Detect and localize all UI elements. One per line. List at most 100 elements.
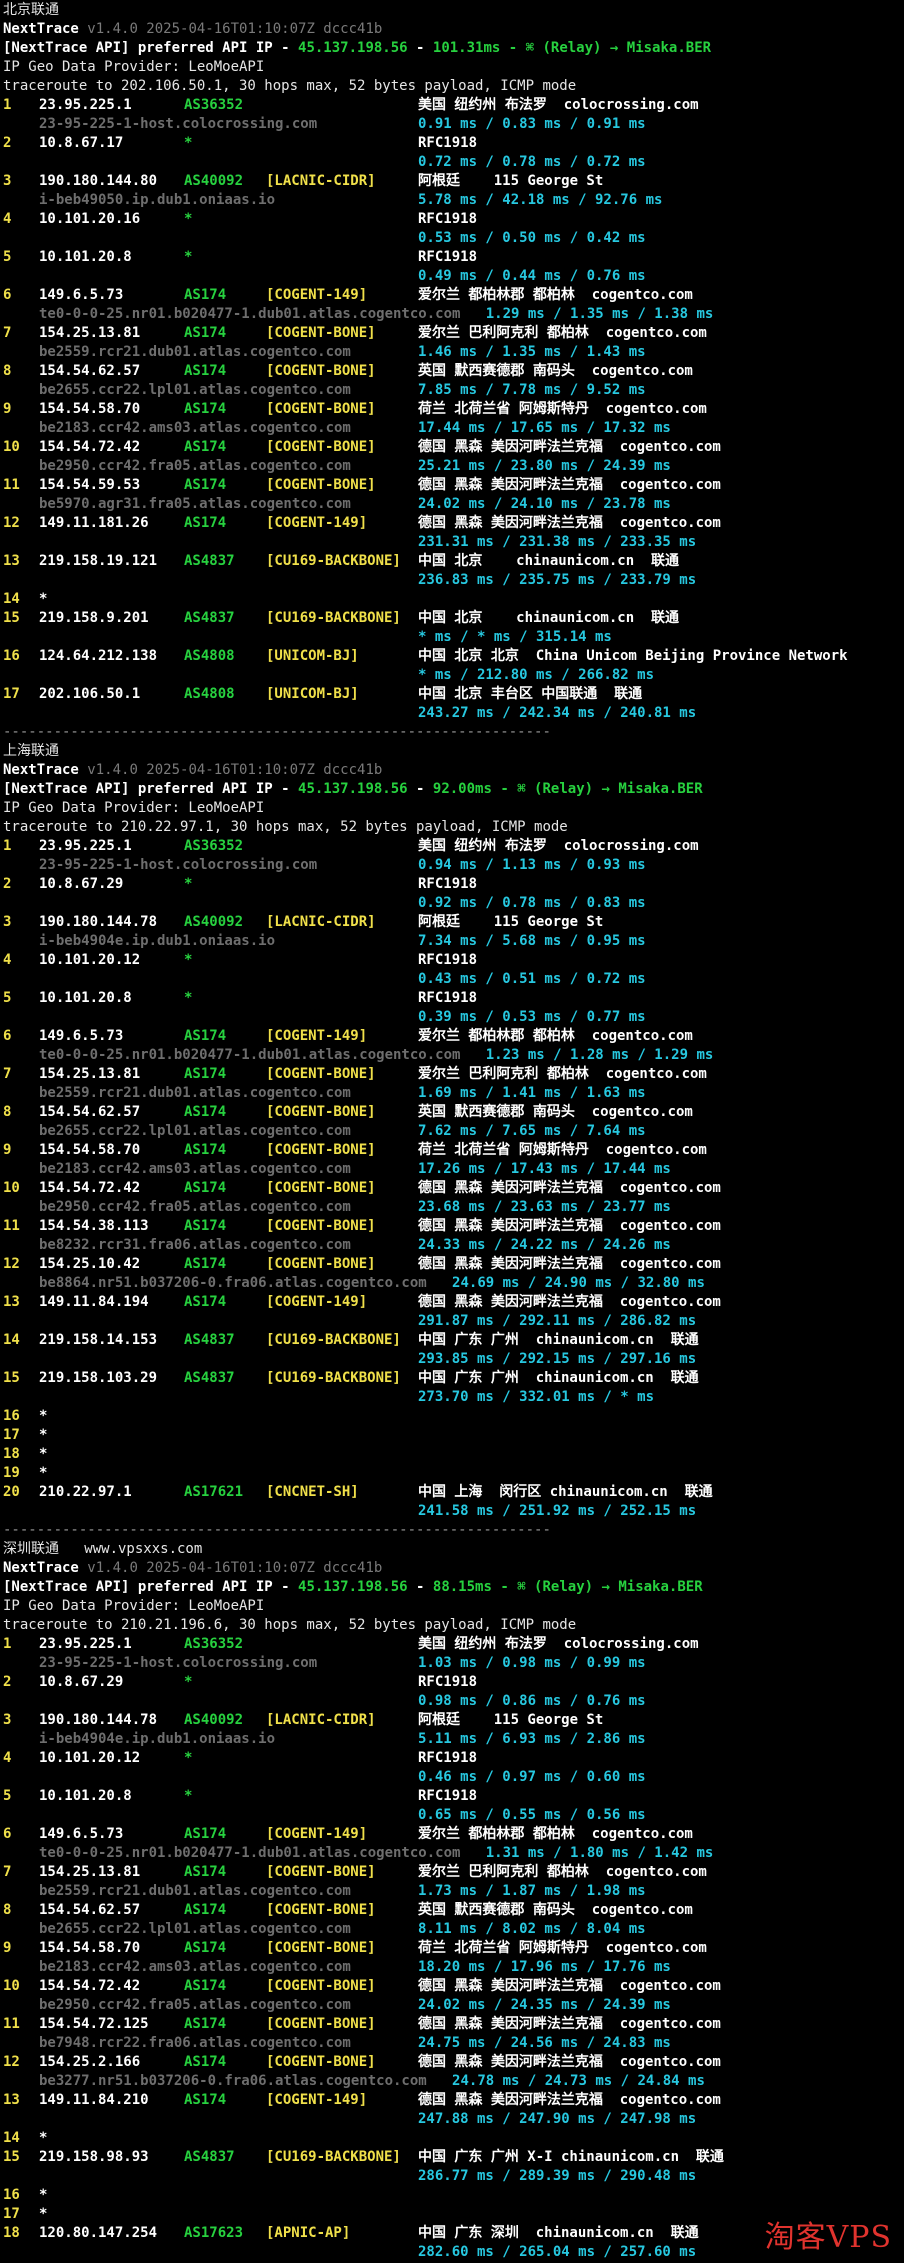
hop-number: 15 xyxy=(3,2149,20,2165)
hop-number: 6 xyxy=(3,287,12,303)
hop-number: 11 xyxy=(3,1218,20,1234)
hop-tag: [COGENT-BONE] xyxy=(266,1940,376,1956)
hop-number: 12 xyxy=(3,2054,20,2070)
hop-rtt: 0.53 ms / 0.50 ms / 0.42 ms xyxy=(418,230,646,246)
hop-geo: RFC1918 xyxy=(418,249,478,265)
hop-number: 11 xyxy=(3,477,20,493)
hop-geo: 美国 纽约州 布法罗 colocrossing.com xyxy=(418,1636,699,1652)
hop-row: 14 * xyxy=(3,2129,903,2148)
hop-hostname: te0-0-0-25.nr01.b020477-1.dub01.atlas.co… xyxy=(39,1845,461,1861)
hop-ip: 149.11.84.210 xyxy=(39,2092,149,2108)
geo-provider: IP Geo Data Provider: LeoMoeAPI xyxy=(3,1598,265,1614)
hop-number: 16 xyxy=(3,1408,20,1424)
hop-ip: 10.101.20.12 xyxy=(39,1750,141,1766)
hop-row: 6 149.6.5.73 AS174 [COGENT-149] 爱尔兰 都柏林郡 都柏林… xyxy=(3,286,903,305)
hop-row: 13 219.158.19.121 AS4837 [CU169-BACKBONE] 中国… xyxy=(3,552,903,571)
hop-row: 12 154.25.2.166 AS174 [COGENT-BONE] 德国 黑森 美因… xyxy=(3,2053,903,2072)
hop-asn: AS4837 xyxy=(184,610,235,626)
hop-asn: AS4837 xyxy=(184,1370,235,1386)
hop-row: 3 190.180.144.80 AS40092 [LACNIC-CIDR] 阿根廷 1… xyxy=(3,172,903,191)
hop-geo: RFC1918 xyxy=(418,1674,478,1690)
hop-geo: 爱尔兰 都柏林郡 都柏林 cogentco.com xyxy=(418,287,693,303)
hop-asn: AS36352 xyxy=(184,1636,244,1652)
hop-hostname: be7948.rcr22.fra06.atlas.cogentco.com xyxy=(39,2035,351,2051)
hop-detail-row: 0.49 ms / 0.44 ms / 0.76 ms xyxy=(3,267,903,286)
api-sep: - xyxy=(407,781,433,797)
hop-hostname: be3277.nr51.b037206-0.fra06.atlas.cogent… xyxy=(39,2073,427,2089)
hop-rtt: 7.34 ms / 5.68 ms / 0.95 ms xyxy=(418,933,646,949)
hop-hostname: be2559.rcr21.dub01.atlas.cogentco.com xyxy=(39,1085,351,1101)
hop-asn: AS40092 xyxy=(184,173,244,189)
hop-tag: [CU169-BACKBONE] xyxy=(266,1370,401,1386)
hop-rtt: 24.69 ms / 24.90 ms / 32.80 ms xyxy=(452,1275,705,1291)
hop-ip: 190.180.144.80 xyxy=(39,173,158,189)
terminal-output: 北京联通 NextTrace v1.4.0 2025-04-16T01:10:07… xyxy=(3,1,903,2262)
hop-rtt: 7.62 ms / 7.65 ms / 7.64 ms xyxy=(418,1123,646,1139)
hop-detail-row: te0-0-0-25.nr01.b020477-1.dub01.atlas.co… xyxy=(3,305,903,324)
hop-detail-row: i-beb4904e.ip.dub1.oniaas.io 7.34 ms / 5.… xyxy=(3,932,903,951)
hop-number: 17 xyxy=(3,1427,20,1443)
hop-row: 13 149.11.84.194 AS174 [COGENT-149] 德国 黑森 美因… xyxy=(3,1293,903,1312)
hop-rtt: 0.49 ms / 0.44 ms / 0.76 ms xyxy=(418,268,646,284)
hop-asn: * xyxy=(184,876,193,892)
hop-asn: * xyxy=(184,135,193,151)
hop-rtt: 0.43 ms / 0.51 ms / 0.72 ms xyxy=(418,971,646,987)
hop-number: 2 xyxy=(3,135,12,151)
hop-hostname: be2559.rcr21.dub01.atlas.cogentco.com xyxy=(39,1883,351,1899)
hop-rtt: 17.44 ms / 17.65 ms / 17.32 ms xyxy=(418,420,671,436)
hop-asn: AS174 xyxy=(184,477,227,493)
hop-number: 3 xyxy=(3,1712,12,1728)
hop-hostname: be2655.ccr22.lpl01.atlas.cogentco.com xyxy=(39,1123,351,1139)
hop-number: 9 xyxy=(3,1142,12,1158)
hop-number: 3 xyxy=(3,173,12,189)
hop-tag: [LACNIC-CIDR] xyxy=(266,173,376,189)
hop-row: 16 * xyxy=(3,1407,903,1426)
api-latency: 88.15ms xyxy=(432,1579,492,1595)
hop-detail-row: be2655.ccr22.lpl01.atlas.cogentco.com 7.6… xyxy=(3,1122,903,1141)
hop-asn: AS4837 xyxy=(184,1332,235,1348)
hop-ip: 219.158.19.121 xyxy=(39,553,158,569)
hop-row: 4 10.101.20.12 * RFC1918 xyxy=(3,951,903,970)
hop-rtt: 0.92 ms / 0.78 ms / 0.83 ms xyxy=(418,895,646,911)
hop-geo: 美国 纽约州 布法罗 colocrossing.com xyxy=(418,838,699,854)
hop-row: 16 124.64.212.138 AS4808 [UNICOM-BJ] 中国 北京 北… xyxy=(3,647,903,666)
hop-ip: * xyxy=(39,1408,48,1424)
hop-asn: * xyxy=(184,1750,193,1766)
tool-name: NextTrace xyxy=(3,1560,79,1576)
hop-detail-row: 0.43 ms / 0.51 ms / 0.72 ms xyxy=(3,970,903,989)
hop-row: 9 154.54.58.70 AS174 [COGENT-BONE] 荷兰 北荷兰省 阿… xyxy=(3,1939,903,1958)
hop-tag: [COGENT-BONE] xyxy=(266,363,376,379)
hop-row: 14 * xyxy=(3,590,903,609)
hop-ip: 10.8.67.29 xyxy=(39,1674,124,1690)
hop-ip: 154.54.62.57 xyxy=(39,1104,141,1120)
hop-row: 12 149.11.181.26 AS174 [COGENT-149] 德国 黑森 美因… xyxy=(3,514,903,533)
hop-rtt: 0.94 ms / 1.13 ms / 0.93 ms xyxy=(418,857,646,873)
api-relay: - ⌘ (Relay) → Misaka.BER xyxy=(491,781,703,797)
hop-rtt: 231.31 ms / 231.38 ms / 233.35 ms xyxy=(418,534,697,550)
hop-ip: 154.25.13.81 xyxy=(39,1864,141,1880)
hop-ip: 124.64.212.138 xyxy=(39,648,158,664)
hop-asn: AS174 xyxy=(184,2016,227,2032)
hop-detail-row: be7948.rcr22.fra06.atlas.cogentco.com 24.… xyxy=(3,2034,903,2053)
hop-hostname: be2183.ccr42.ams03.atlas.cogentco.com xyxy=(39,420,351,436)
hop-geo: 中国 广东 广州 X-I chinaunicom.cn 联通 xyxy=(418,2149,724,2165)
hop-tag: [COGENT-BONE] xyxy=(266,1066,376,1082)
hop-hostname: be2950.ccr42.fra05.atlas.cogentco.com xyxy=(39,458,351,474)
hop-hostname: 23-95-225-1-host.colocrossing.com xyxy=(39,1655,318,1671)
hop-ip: 154.25.13.81 xyxy=(39,1066,141,1082)
hop-geo: RFC1918 xyxy=(418,876,478,892)
hop-rtt: 1.73 ms / 1.87 ms / 1.98 ms xyxy=(418,1883,646,1899)
hop-geo: 美国 纽约州 布法罗 colocrossing.com xyxy=(418,97,699,113)
hop-ip: 10.8.67.29 xyxy=(39,876,124,892)
hop-number: 3 xyxy=(3,914,12,930)
hop-tag: [APNIC-AP] xyxy=(266,2225,351,2241)
hop-rtt: * ms / * ms / 315.14 ms xyxy=(418,629,612,645)
hop-rtt: 293.85 ms / 292.15 ms / 297.16 ms xyxy=(418,1351,697,1367)
hop-geo: 中国 北京 北京 China Unicom Beijing Province N… xyxy=(418,648,848,664)
hop-detail-row: be2183.ccr42.ams03.atlas.cogentco.com 18.… xyxy=(3,1958,903,1977)
hop-ip: 23.95.225.1 xyxy=(39,1636,132,1652)
hop-number: 12 xyxy=(3,1256,20,1272)
hop-asn: AS174 xyxy=(184,401,227,417)
hop-detail-row: 23-95-225-1-host.colocrossing.com 0.94 ms… xyxy=(3,856,903,875)
hop-row: 9 154.54.58.70 AS174 [COGENT-BONE] 荷兰 北荷兰省 阿… xyxy=(3,400,903,419)
